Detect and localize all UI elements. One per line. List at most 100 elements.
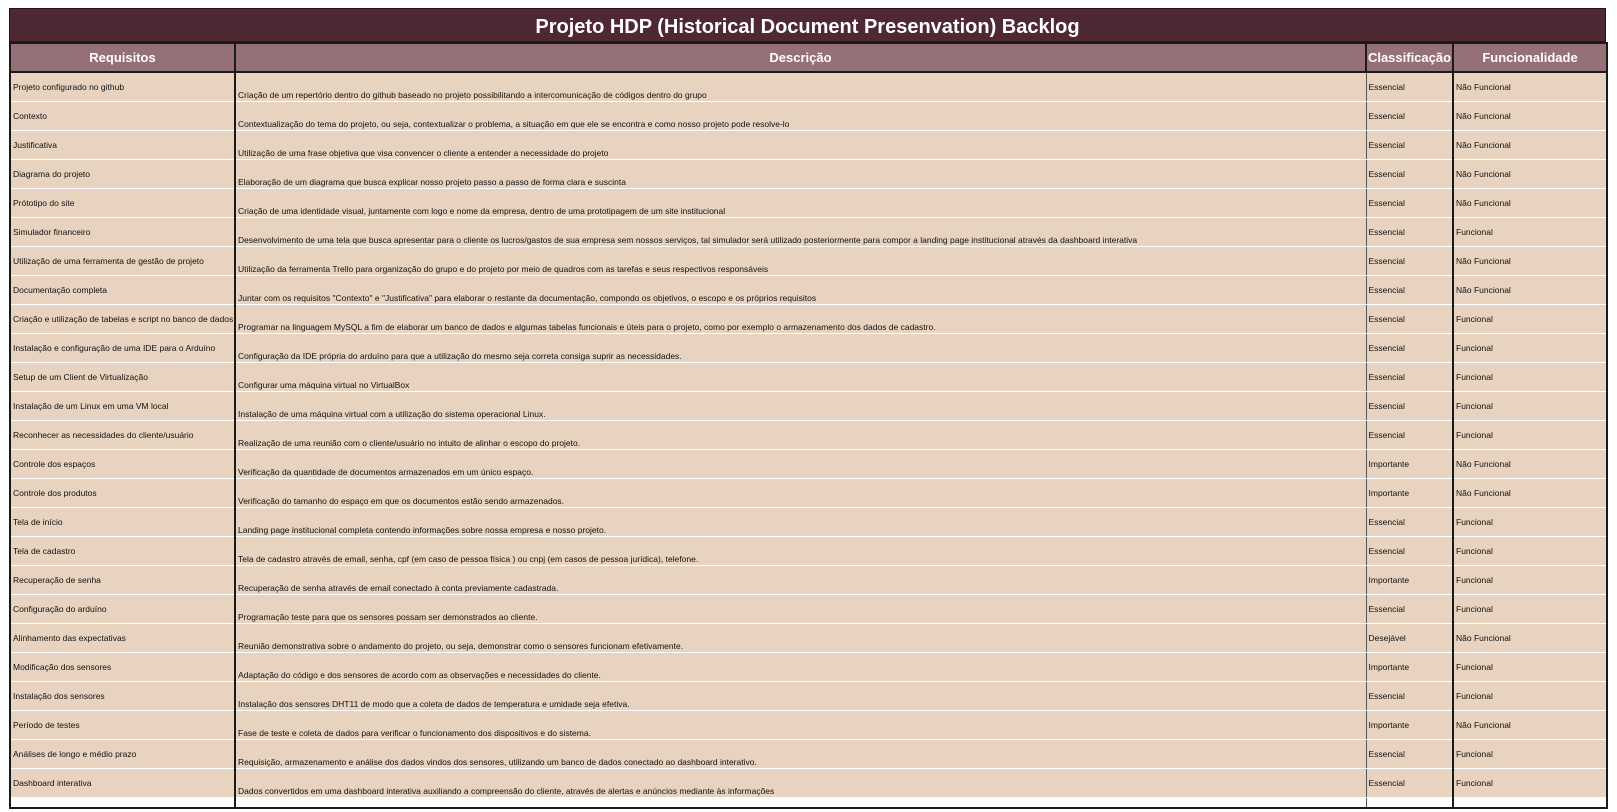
description-cell[interactable]: Instalação dos sensores DHT11 de modo qu… — [235, 681, 1367, 711]
functionality-cell[interactable]: Funcional — [1453, 507, 1608, 537]
functionality-cell[interactable]: Funcional — [1453, 362, 1608, 392]
classification-cell[interactable]: Importante — [1366, 710, 1454, 740]
functionality-cell[interactable]: Funcional — [1453, 594, 1608, 624]
description-cell[interactable]: Fase de teste e coleta de dados para ver… — [235, 710, 1367, 740]
functionality-cell[interactable]: Funcional — [1453, 768, 1608, 798]
description-cell[interactable]: Programar na linguagem MySQL a fim de el… — [235, 304, 1367, 334]
requirement-cell[interactable]: Instalação dos sensores — [9, 681, 236, 711]
requirement-cell[interactable]: Reconhecer as necessidades do cliente/us… — [9, 420, 236, 450]
requirement-cell[interactable]: Utilização de uma ferramenta de gestão d… — [9, 246, 236, 276]
requirement-cell[interactable]: Controle dos espaços — [9, 449, 236, 479]
classification-cell[interactable]: Desejável — [1366, 623, 1454, 653]
requirement-cell[interactable]: Configuração do arduíno — [9, 594, 236, 624]
description-cell[interactable]: Utilização da ferramenta Trello para org… — [235, 246, 1367, 276]
requirement-cell[interactable]: Controle dos produtos — [9, 478, 236, 508]
description-cell[interactable]: Tela de cadastro através de email, senha… — [235, 536, 1367, 566]
empty-cell[interactable] — [1366, 797, 1454, 809]
classification-cell[interactable]: Essencial — [1366, 768, 1454, 798]
functionality-cell[interactable]: Não Funcional — [1453, 130, 1608, 160]
classification-cell[interactable]: Essencial — [1366, 420, 1454, 450]
functionality-cell[interactable]: Funcional — [1453, 565, 1608, 595]
header-requisitos[interactable]: Requisitos — [9, 42, 236, 73]
requirement-cell[interactable]: Prótotipo do site — [9, 188, 236, 218]
functionality-cell[interactable]: Funcional — [1453, 739, 1608, 769]
description-cell[interactable]: Elaboração de um diagrama que busca expl… — [235, 159, 1367, 189]
requirement-cell[interactable]: Simulador financeiro — [9, 217, 236, 247]
classification-cell[interactable]: Essencial — [1366, 217, 1454, 247]
functionality-cell[interactable]: Não Funcional — [1453, 710, 1608, 740]
requirement-cell[interactable]: Alinhamento das expectativas — [9, 623, 236, 653]
requirement-cell[interactable]: Instalação e configuração de uma IDE par… — [9, 333, 236, 363]
requirement-cell[interactable]: Tela de cadastro — [9, 536, 236, 566]
functionality-cell[interactable]: Não Funcional — [1453, 275, 1608, 305]
requirement-cell[interactable]: Período de testes — [9, 710, 236, 740]
requirement-cell[interactable]: Justificativa — [9, 130, 236, 160]
requirement-cell[interactable]: Instalação de um Linux em uma VM local — [9, 391, 236, 421]
classification-cell[interactable]: Essencial — [1366, 536, 1454, 566]
description-cell[interactable]: Verificação do tamanho do espaço em que … — [235, 478, 1367, 508]
description-cell[interactable]: Contextualização do tema do projeto, ou … — [235, 101, 1367, 131]
functionality-cell[interactable]: Não Funcional — [1453, 478, 1608, 508]
classification-cell[interactable]: Essencial — [1366, 130, 1454, 160]
functionality-cell[interactable]: Funcional — [1453, 420, 1608, 450]
header-descricao[interactable]: Descrição — [234, 42, 1367, 73]
requirement-cell[interactable]: Recuperação de senha — [9, 565, 236, 595]
functionality-cell[interactable]: Não Funcional — [1453, 159, 1608, 189]
classification-cell[interactable]: Importante — [1366, 652, 1454, 682]
requirement-cell[interactable]: Tela de início — [9, 507, 236, 537]
functionality-cell[interactable]: Não Funcional — [1453, 71, 1608, 102]
functionality-cell[interactable]: Funcional — [1453, 681, 1608, 711]
functionality-cell[interactable]: Funcional — [1453, 333, 1608, 363]
description-cell[interactable]: Configurar uma máquina virtual no Virtua… — [235, 362, 1367, 392]
empty-cell[interactable] — [235, 797, 1367, 809]
description-cell[interactable]: Realização de uma reunião com o cliente/… — [235, 420, 1367, 450]
functionality-cell[interactable]: Funcional — [1453, 391, 1608, 421]
functionality-cell[interactable]: Não Funcional — [1453, 101, 1608, 131]
requirement-cell[interactable]: Setup de um Client de Virtualização — [9, 362, 236, 392]
description-cell[interactable]: Utilização de uma frase objetiva que vis… — [235, 130, 1367, 160]
classification-cell[interactable]: Essencial — [1366, 101, 1454, 131]
classification-cell[interactable]: Importante — [1366, 449, 1454, 479]
classification-cell[interactable]: Essencial — [1366, 594, 1454, 624]
requirement-cell[interactable]: Modificação dos sensores — [9, 652, 236, 682]
functionality-cell[interactable]: Não Funcional — [1453, 449, 1608, 479]
requirement-cell[interactable]: Criação e utilização de tabelas e script… — [9, 304, 236, 334]
classification-cell[interactable]: Essencial — [1366, 362, 1454, 392]
functionality-cell[interactable]: Não Funcional — [1453, 623, 1608, 653]
classification-cell[interactable]: Essencial — [1366, 246, 1454, 276]
description-cell[interactable]: Desenvolvimento de uma tela que busca ap… — [235, 217, 1367, 247]
description-cell[interactable]: Configuração da IDE própria do arduíno p… — [235, 333, 1367, 363]
empty-cell[interactable] — [1453, 797, 1608, 809]
description-cell[interactable]: Criação de um repertório dentro do githu… — [235, 71, 1367, 102]
description-cell[interactable]: Programação teste para que os sensores p… — [235, 594, 1367, 624]
classification-cell[interactable]: Essencial — [1366, 188, 1454, 218]
classification-cell[interactable]: Essencial — [1366, 681, 1454, 711]
description-cell[interactable]: Adaptação do código e dos sensores de ac… — [235, 652, 1367, 682]
requirement-cell[interactable]: Diagrama do projeto — [9, 159, 236, 189]
functionality-cell[interactable]: Funcional — [1453, 536, 1608, 566]
classification-cell[interactable]: Essencial — [1366, 739, 1454, 769]
description-cell[interactable]: Verificação da quantidade de documentos … — [235, 449, 1367, 479]
functionality-cell[interactable]: Não Funcional — [1453, 246, 1608, 276]
description-cell[interactable]: Instalação de uma máquina virtual com a … — [235, 391, 1367, 421]
description-cell[interactable]: Dados convertidos em uma dashboard inter… — [235, 768, 1367, 798]
description-cell[interactable]: Recuperação de senha através de email co… — [235, 565, 1367, 595]
description-cell[interactable]: Requisição, armazenamento e análise dos … — [235, 739, 1367, 769]
description-cell[interactable]: Reunião demonstrativa sobre o andamento … — [235, 623, 1367, 653]
classification-cell[interactable]: Importante — [1366, 565, 1454, 595]
requirement-cell[interactable]: Análises de longo e médio prazo — [9, 739, 236, 769]
functionality-cell[interactable]: Não Funcional — [1453, 188, 1608, 218]
classification-cell[interactable]: Essencial — [1366, 275, 1454, 305]
functionality-cell[interactable]: Funcional — [1453, 304, 1608, 334]
classification-cell[interactable]: Essencial — [1366, 333, 1454, 363]
functionality-cell[interactable]: Funcional — [1453, 217, 1608, 247]
classification-cell[interactable]: Essencial — [1366, 507, 1454, 537]
description-cell[interactable]: Criação de uma identidade visual, juntam… — [235, 188, 1367, 218]
header-classificacao[interactable]: Classificação — [1365, 42, 1454, 73]
functionality-cell[interactable]: Funcional — [1453, 652, 1608, 682]
empty-cell[interactable] — [9, 797, 236, 809]
description-cell[interactable]: Juntar com os requisitos "Contexto" e "J… — [235, 275, 1367, 305]
header-funcionalidade[interactable]: Funcionalidade — [1452, 42, 1608, 73]
classification-cell[interactable]: Essencial — [1366, 391, 1454, 421]
classification-cell[interactable]: Essencial — [1366, 304, 1454, 334]
